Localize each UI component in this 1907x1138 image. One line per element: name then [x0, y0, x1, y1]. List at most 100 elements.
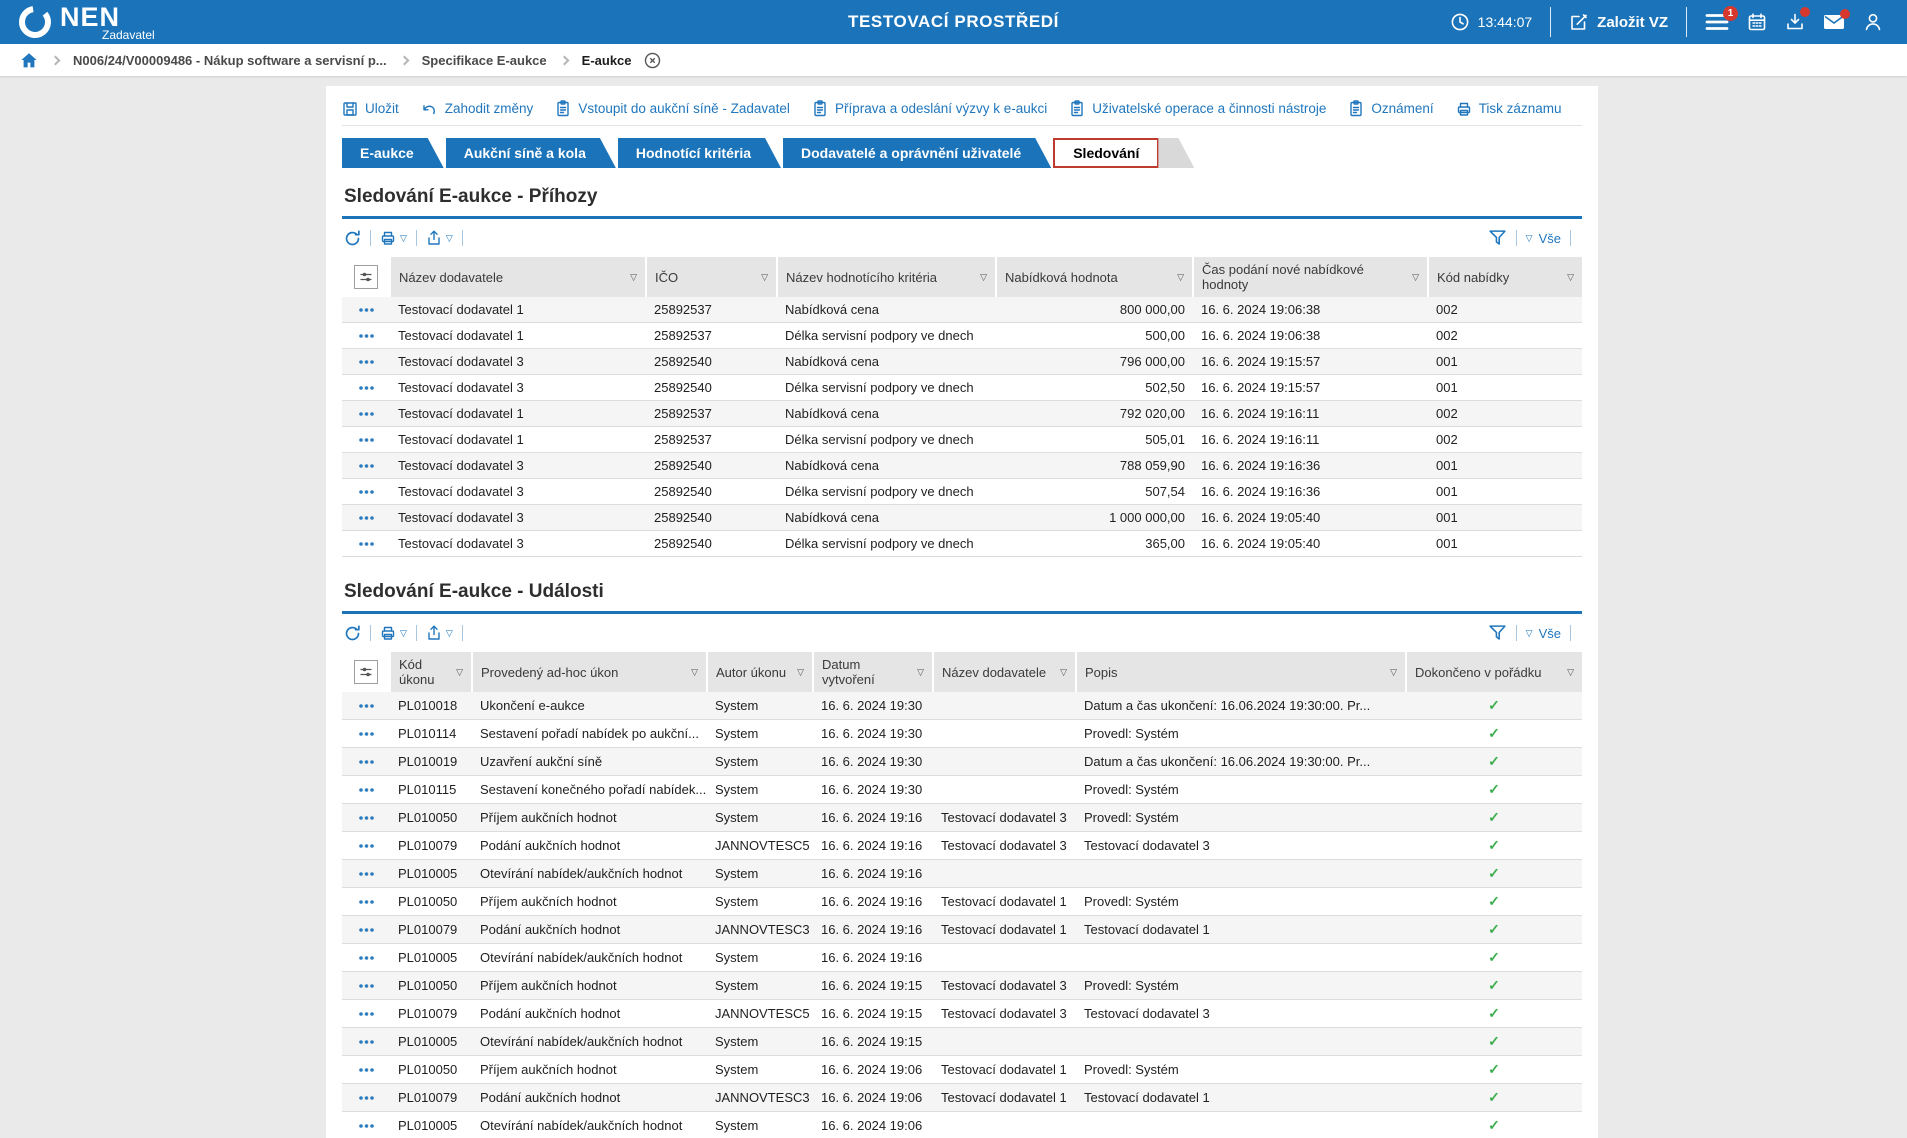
filter-funnel-icon[interactable] — [1488, 229, 1507, 247]
event-row[interactable]: PL010079Podání aukčních hodnotJANNOVTESC… — [342, 832, 1582, 860]
col-bid-time[interactable]: Čas podání nové nabídkové hodnoty▽ — [1193, 257, 1428, 297]
event-row[interactable]: PL010050Příjem aukčních hodnotSystem16. … — [342, 804, 1582, 832]
filter-scope-select[interactable]: ▽Vše — [1526, 231, 1561, 246]
row-menu-icon[interactable] — [342, 916, 390, 944]
row-menu-icon[interactable] — [342, 1084, 390, 1112]
bid-row[interactable]: Testovací dodavatel 125892537Délka servi… — [342, 323, 1582, 349]
refresh-icon[interactable] — [344, 230, 361, 247]
close-circle-icon[interactable] — [644, 52, 661, 69]
filter-triangle-icon[interactable]: ▽ — [917, 668, 924, 677]
col-bid-code[interactable]: Kód nabídky▽ — [1428, 257, 1582, 297]
row-menu-icon[interactable] — [342, 453, 390, 479]
col-criterion-name[interactable]: Název hodnotícího kritéria▽ — [777, 257, 996, 297]
breadcrumb-item-contract[interactable]: N006/24/V00009486 - Nákup software a ser… — [73, 53, 387, 68]
filter-triangle-icon[interactable]: ▽ — [691, 668, 698, 677]
row-menu-icon[interactable] — [342, 479, 390, 505]
tab-aukcni-sine-a-kola[interactable]: Aukční síně a kola — [446, 138, 616, 168]
row-menu-icon[interactable] — [342, 531, 390, 557]
event-row[interactable]: PL010079Podání aukčních hodnotJANNOVTESC… — [342, 1084, 1582, 1112]
row-menu-icon[interactable] — [342, 1056, 390, 1084]
menu-button[interactable]: 1 — [1705, 13, 1729, 31]
event-row[interactable]: PL010115Sestavení konečného pořadí nabíd… — [342, 776, 1582, 804]
export-menu-button[interactable]: ▽ — [426, 625, 453, 641]
row-menu-icon[interactable] — [342, 860, 390, 888]
filter-triangle-icon[interactable]: ▽ — [1060, 668, 1067, 677]
print-menu-button[interactable]: ▽ — [380, 230, 407, 246]
event-row[interactable]: PL010005Otevírání nabídek/aukčních hodno… — [342, 860, 1582, 888]
breadcrumb-item-eaukce[interactable]: E-aukce — [582, 53, 632, 68]
bid-row[interactable]: Testovací dodavatel 325892540Délka servi… — [342, 375, 1582, 401]
row-menu-icon[interactable] — [342, 1112, 390, 1138]
event-row[interactable]: PL010019Uzavření aukční síněSystem16. 6.… — [342, 748, 1582, 776]
col-action-author[interactable]: Autor úkonu▽ — [707, 652, 813, 692]
col-done[interactable]: Dokončeno v pořádku▽ — [1406, 652, 1582, 692]
row-menu-icon[interactable] — [342, 297, 390, 323]
filter-triangle-icon[interactable]: ▽ — [1177, 273, 1184, 282]
tab-dodavatele[interactable]: Dodavatelé a oprávnění uživatelé — [783, 138, 1051, 168]
filter-triangle-icon[interactable]: ▽ — [1412, 273, 1419, 282]
event-row[interactable]: PL010005Otevírání nabídek/aukčních hodno… — [342, 1112, 1582, 1138]
bid-row[interactable]: Testovací dodavatel 325892540Nabídková c… — [342, 453, 1582, 479]
col-bid-value[interactable]: Nabídková hodnota▽ — [996, 257, 1193, 297]
row-menu-icon[interactable] — [342, 888, 390, 916]
refresh-icon[interactable] — [344, 625, 361, 642]
event-row[interactable]: PL010005Otevírání nabídek/aukčních hodno… — [342, 1028, 1582, 1056]
bid-row[interactable]: Testovací dodavatel 325892540Délka servi… — [342, 479, 1582, 505]
home-icon[interactable] — [20, 52, 38, 69]
col-ico[interactable]: IČO▽ — [646, 257, 777, 297]
row-menu-icon[interactable] — [342, 804, 390, 832]
bid-row[interactable]: Testovací dodavatel 325892540Nabídková c… — [342, 505, 1582, 531]
event-row[interactable]: PL010050Příjem aukčních hodnotSystem16. … — [342, 1056, 1582, 1084]
breadcrumb-item-specification[interactable]: Specifikace E-aukce — [422, 53, 547, 68]
row-menu-icon[interactable] — [342, 349, 390, 375]
col-created-date[interactable]: Datum vytvoření▽ — [813, 652, 933, 692]
row-menu-icon[interactable] — [342, 427, 390, 453]
bid-row[interactable]: Testovací dodavatel 325892540Nabídková c… — [342, 349, 1582, 375]
col-adhoc-action[interactable]: Provedený ad-hoc úkon▽ — [472, 652, 707, 692]
filter-triangle-icon[interactable]: ▽ — [630, 273, 637, 282]
row-menu-icon[interactable] — [342, 972, 390, 1000]
col-supplier-name[interactable]: Název dodavatele▽ — [390, 257, 646, 297]
bid-row[interactable]: Testovací dodavatel 325892540Délka servi… — [342, 531, 1582, 557]
row-menu-icon[interactable] — [342, 692, 390, 720]
row-menu-icon[interactable] — [342, 1000, 390, 1028]
bid-row[interactable]: Testovací dodavatel 125892537Délka servi… — [342, 427, 1582, 453]
filter-triangle-icon[interactable]: ▽ — [456, 668, 463, 677]
row-menu-icon[interactable] — [342, 401, 390, 427]
row-menu-icon[interactable] — [342, 720, 390, 748]
downloads-button[interactable] — [1785, 12, 1805, 32]
filter-triangle-icon[interactable]: ▽ — [1567, 273, 1574, 282]
action-priprava-vyzvy[interactable]: Příprava a odeslání výzvy k e-aukci — [812, 100, 1047, 117]
event-row[interactable]: PL010079Podání aukčních hodnotJANNOVTESC… — [342, 1000, 1582, 1028]
filter-funnel-icon[interactable] — [1488, 624, 1507, 642]
action-tisk-zaznamu[interactable]: Tisk záznamu — [1456, 101, 1562, 117]
bid-row[interactable]: Testovací dodavatel 125892537Nabídková c… — [342, 297, 1582, 323]
row-menu-icon[interactable] — [342, 1028, 390, 1056]
event-row[interactable]: PL010114Sestavení pořadí nabídek po aukč… — [342, 720, 1582, 748]
row-menu-icon[interactable] — [342, 505, 390, 531]
filter-triangle-icon[interactable]: ▽ — [980, 273, 987, 282]
row-menu-icon[interactable] — [342, 776, 390, 804]
action-oznameni[interactable]: Oznámení — [1348, 100, 1433, 117]
calendar-button[interactable] — [1747, 12, 1767, 32]
action-vstoupit-aukcni-sin[interactable]: Vstoupit do aukční síně - Zadavatel — [555, 100, 790, 117]
column-settings-icon[interactable] — [354, 265, 378, 289]
filter-scope-select[interactable]: ▽Vše — [1526, 626, 1561, 641]
nen-logo[interactable]: NEN Zadavatel — [18, 4, 155, 41]
tab-sledovani[interactable]: Sledování — [1053, 138, 1159, 168]
create-vz-button[interactable]: Založit VZ — [1569, 12, 1668, 32]
filter-triangle-icon[interactable]: ▽ — [1567, 668, 1574, 677]
action-zahodit-zmeny[interactable]: Zahodit změny — [421, 101, 534, 117]
col-description[interactable]: Popis▽ — [1076, 652, 1406, 692]
tab-e-aukce[interactable]: E-aukce — [342, 138, 444, 168]
filter-triangle-icon[interactable]: ▽ — [797, 668, 804, 677]
action-ulozit[interactable]: Uložit — [342, 101, 399, 117]
event-row[interactable]: PL010079Podání aukčních hodnotJANNOVTESC… — [342, 916, 1582, 944]
row-menu-icon[interactable] — [342, 748, 390, 776]
filter-triangle-icon[interactable]: ▽ — [761, 273, 768, 282]
row-menu-icon[interactable] — [342, 832, 390, 860]
event-row[interactable]: PL010005Otevírání nabídek/aukčních hodno… — [342, 944, 1582, 972]
action-uzivatelske-operace[interactable]: Uživatelské operace a činnosti nástroje — [1069, 100, 1326, 117]
row-menu-icon[interactable] — [342, 323, 390, 349]
event-row[interactable]: PL010050Příjem aukčních hodnotSystem16. … — [342, 888, 1582, 916]
